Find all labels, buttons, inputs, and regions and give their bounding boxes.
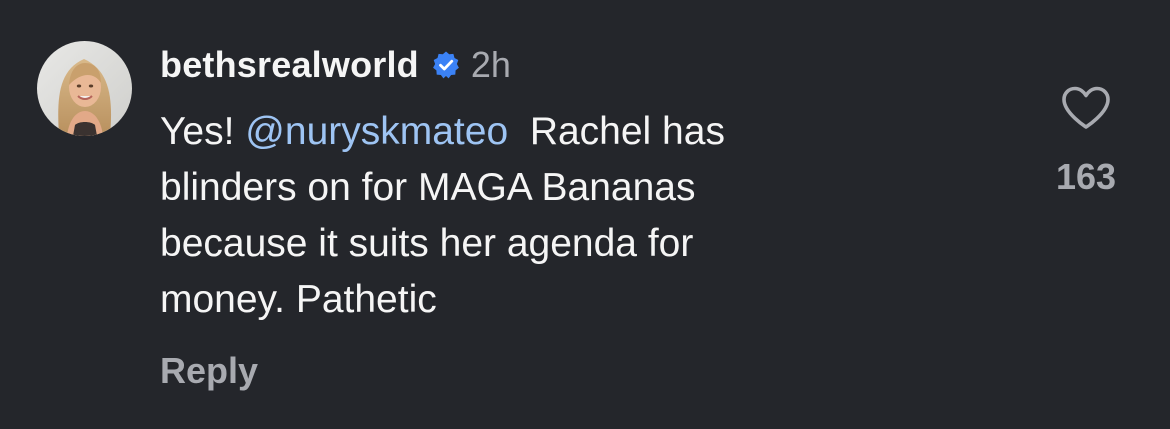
reply-button[interactable]: Reply <box>160 350 258 392</box>
comment-item: bethsrealworld 2h Yes! @nuryskmateo Rach… <box>0 0 1170 429</box>
comment-line: because it suits her agenda for <box>160 222 694 265</box>
heart-outline-icon <box>1062 86 1110 129</box>
username-link[interactable]: bethsrealworld <box>160 44 419 86</box>
timestamp: 2h <box>470 44 511 85</box>
like-count: 163 <box>1055 156 1117 197</box>
comment-text-segment: Rachel has <box>508 110 725 153</box>
avatar[interactable] <box>37 41 132 136</box>
comment-text-segment: Yes! <box>160 110 246 153</box>
comment-line: blinders on for MAGA Bananas <box>160 166 696 209</box>
comment-line: money. Pathetic <box>160 278 437 321</box>
verified-badge-icon <box>431 50 461 80</box>
mention-link[interactable]: @nuryskmateo <box>245 110 508 153</box>
avatar-photo <box>37 41 132 136</box>
comment-line: Yes! @nuryskmateo Rachel has <box>160 104 920 160</box>
like-button[interactable] <box>1056 82 1116 134</box>
comment-text: Yes! @nuryskmateo Rachel has blinders on… <box>160 104 920 328</box>
comment-header: bethsrealworld 2h <box>160 40 511 90</box>
